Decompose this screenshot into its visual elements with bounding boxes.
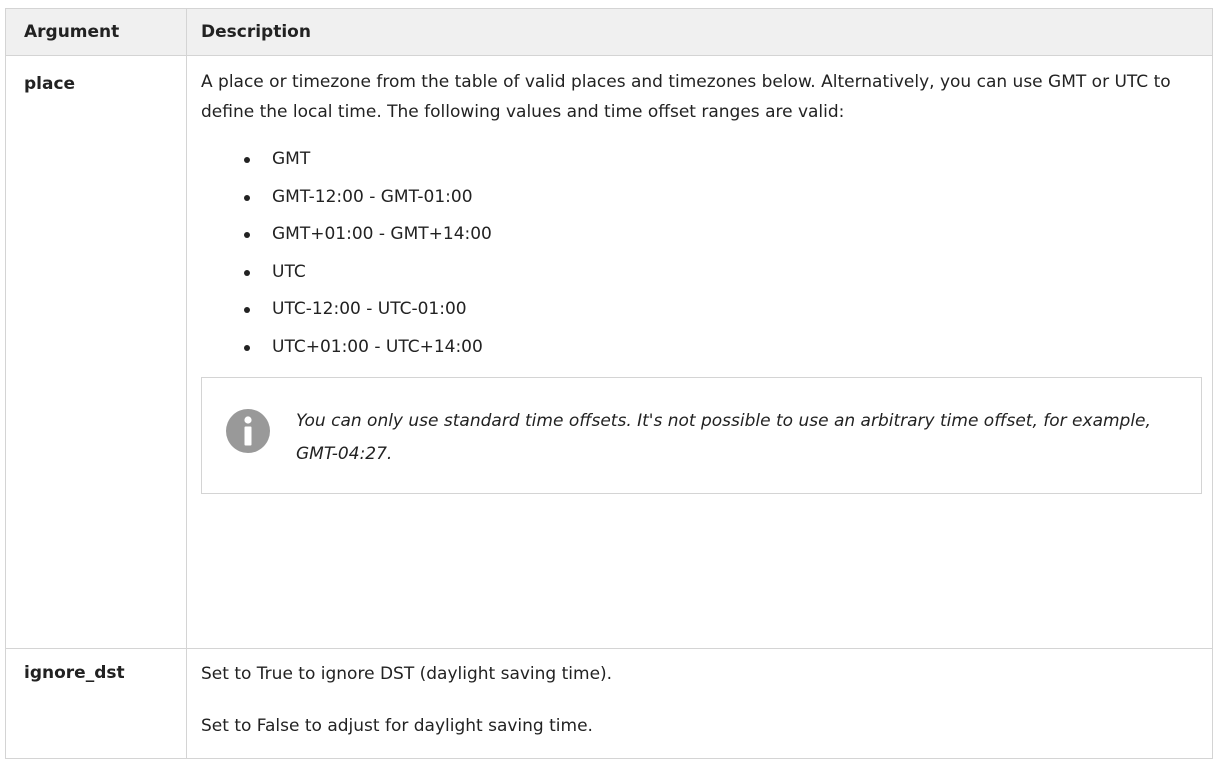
list-item: UTC-12:00 - UTC-01:00 <box>244 295 1202 333</box>
bullet-icon <box>244 269 250 276</box>
table-row-ignore-dst: ignore_dst Set to True to ignore DST (da… <box>5 648 1213 759</box>
arguments-table: Argument Description place A place or ti… <box>5 8 1213 759</box>
table-header-row: Argument Description <box>5 8 1213 56</box>
note-text: You can only use standard time offsets. … <box>296 411 1151 464</box>
bullet-icon <box>244 344 250 351</box>
list-item: UTC <box>244 258 1202 296</box>
bullet-icon <box>244 232 250 238</box>
valid-values-list: GMT GMT-12:00 - GMT-01:00 GMT+01:00 - GM… <box>201 145 1202 370</box>
list-item: UTC+01:00 - UTC+14:00 <box>244 333 1202 371</box>
bullet-icon <box>244 307 250 313</box>
ignore-dst-line-false: Set to False to adjust for daylight savi… <box>201 715 593 736</box>
argument-column-header: Argument <box>5 8 187 56</box>
description-column-header: Description <box>186 8 1213 56</box>
table-row-place: place A place or timezone from the table… <box>5 55 1213 649</box>
place-description-text: A place or timezone from the table of va… <box>201 72 1171 122</box>
description-ignore-dst: Set to True to ignore DST (daylight savi… <box>186 648 1213 759</box>
note-box: You can only use standard time offsets. … <box>201 377 1202 494</box>
list-item: GMT+01:00 - GMT+14:00 <box>244 220 1202 258</box>
list-item: GMT-12:00 - GMT-01:00 <box>244 183 1202 221</box>
bullet-icon <box>244 194 250 201</box>
argument-name-ignore-dst: ignore_dst <box>5 648 187 759</box>
bullet-icon <box>244 157 250 163</box>
info-icon <box>226 409 270 453</box>
list-item: GMT <box>244 145 1202 183</box>
description-place: A place or timezone from the table of va… <box>186 55 1213 649</box>
argument-name-place: place <box>5 55 187 649</box>
ignore-dst-line-true: Set to True to ignore DST (daylight savi… <box>201 664 613 684</box>
